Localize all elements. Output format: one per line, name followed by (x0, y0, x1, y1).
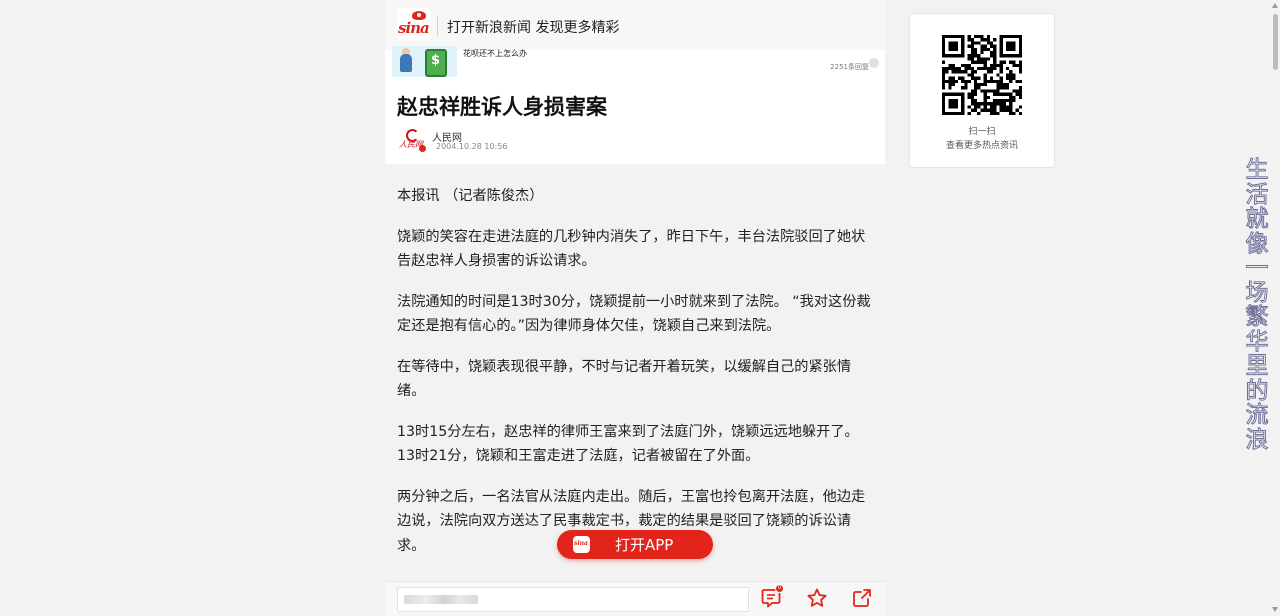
person-illustration (400, 54, 412, 72)
open-app-label: 打开APP (615, 536, 674, 554)
paragraph: 法院通知的时间是13时30分，饶颖提前一小时就来到了法院。 “我对这份裁定还是抱… (397, 293, 871, 335)
paragraph: 13时15分左右，赵忠祥的律师王富来到了法庭门外，饶颖远远地躲开了。13时21分… (397, 423, 859, 465)
sina-logo[interactable]: sina (397, 8, 431, 40)
scrollbar-thumb[interactable] (1273, 14, 1278, 70)
article-column: sina 打开新浪新闻 发现更多精彩 花呗还不上怎么办 2251条回复 赵忠祥胜… (385, 0, 885, 616)
source-avatar[interactable]: 人民网 (398, 128, 426, 153)
article-body: 本报讯 （记者陈俊杰） 饶颖的笑容在走进法庭的几秒钟内消失了，昨日下午，丰台法院… (397, 184, 875, 574)
comment-placeholder-blurred (404, 595, 478, 604)
sina-app-icon (573, 536, 590, 553)
scroll-up-arrow-icon[interactable] (1272, 3, 1278, 8)
star-icon[interactable] (806, 587, 828, 609)
paragraph: 本报讯 （记者陈俊杰） (397, 188, 544, 204)
scroll-down-arrow-icon[interactable] (1272, 607, 1278, 612)
share-icon[interactable] (851, 587, 873, 609)
open-app-button[interactable]: 打开APP (557, 530, 713, 559)
banner-slogan[interactable]: 打开新浪新闻 发现更多精彩 (447, 17, 619, 37)
comment-count-badge: 0 (775, 584, 784, 593)
side-slogan: 生活就像一场繁华里的流浪 (1245, 157, 1269, 453)
comment-bubble-icon (869, 58, 879, 68)
page-title: 赵忠祥胜诉人身损害案 (397, 95, 607, 119)
divider (437, 16, 438, 36)
qr-caption-scan: 扫一扫 (968, 127, 996, 137)
qr-code-card: 扫一扫 查看更多热点资讯 (909, 13, 1055, 168)
paragraph: 饶颖的笑容在走进法庭的几秒钟内消失了，昨日下午，丰台法院驳回了她状告赵忠祥人身损… (397, 228, 866, 270)
money-phone-icon (425, 49, 447, 77)
article-header-card: 花呗还不上怎么办 2251条回复 赵忠祥胜诉人身损害案 人民网 人民网 2004… (385, 46, 885, 164)
bottom-toolbar: 0 (385, 581, 885, 616)
related-thumbnail[interactable] (392, 46, 457, 77)
related-caption[interactable]: 花呗还不上怎么办 (463, 48, 527, 59)
qr-caption-more: 查看更多热点资讯 (945, 141, 1018, 151)
paragraph: 在等待中，饶颖表现很平静，不时与记者开着玩笑，以缓解自己的紧张情绪。 (397, 358, 852, 400)
comment-input[interactable] (397, 587, 749, 612)
publish-time: 2004.10.28 10:56 (436, 142, 508, 151)
qr-code-image (942, 35, 1022, 115)
app-banner[interactable]: sina 打开新浪新闻 发现更多精彩 (385, 0, 885, 51)
verified-badge-icon (419, 145, 426, 152)
related-count: 2251条回复 (830, 63, 869, 71)
scrollbar-track[interactable] (1271, 0, 1280, 616)
sina-logo-text: sina (398, 19, 430, 37)
